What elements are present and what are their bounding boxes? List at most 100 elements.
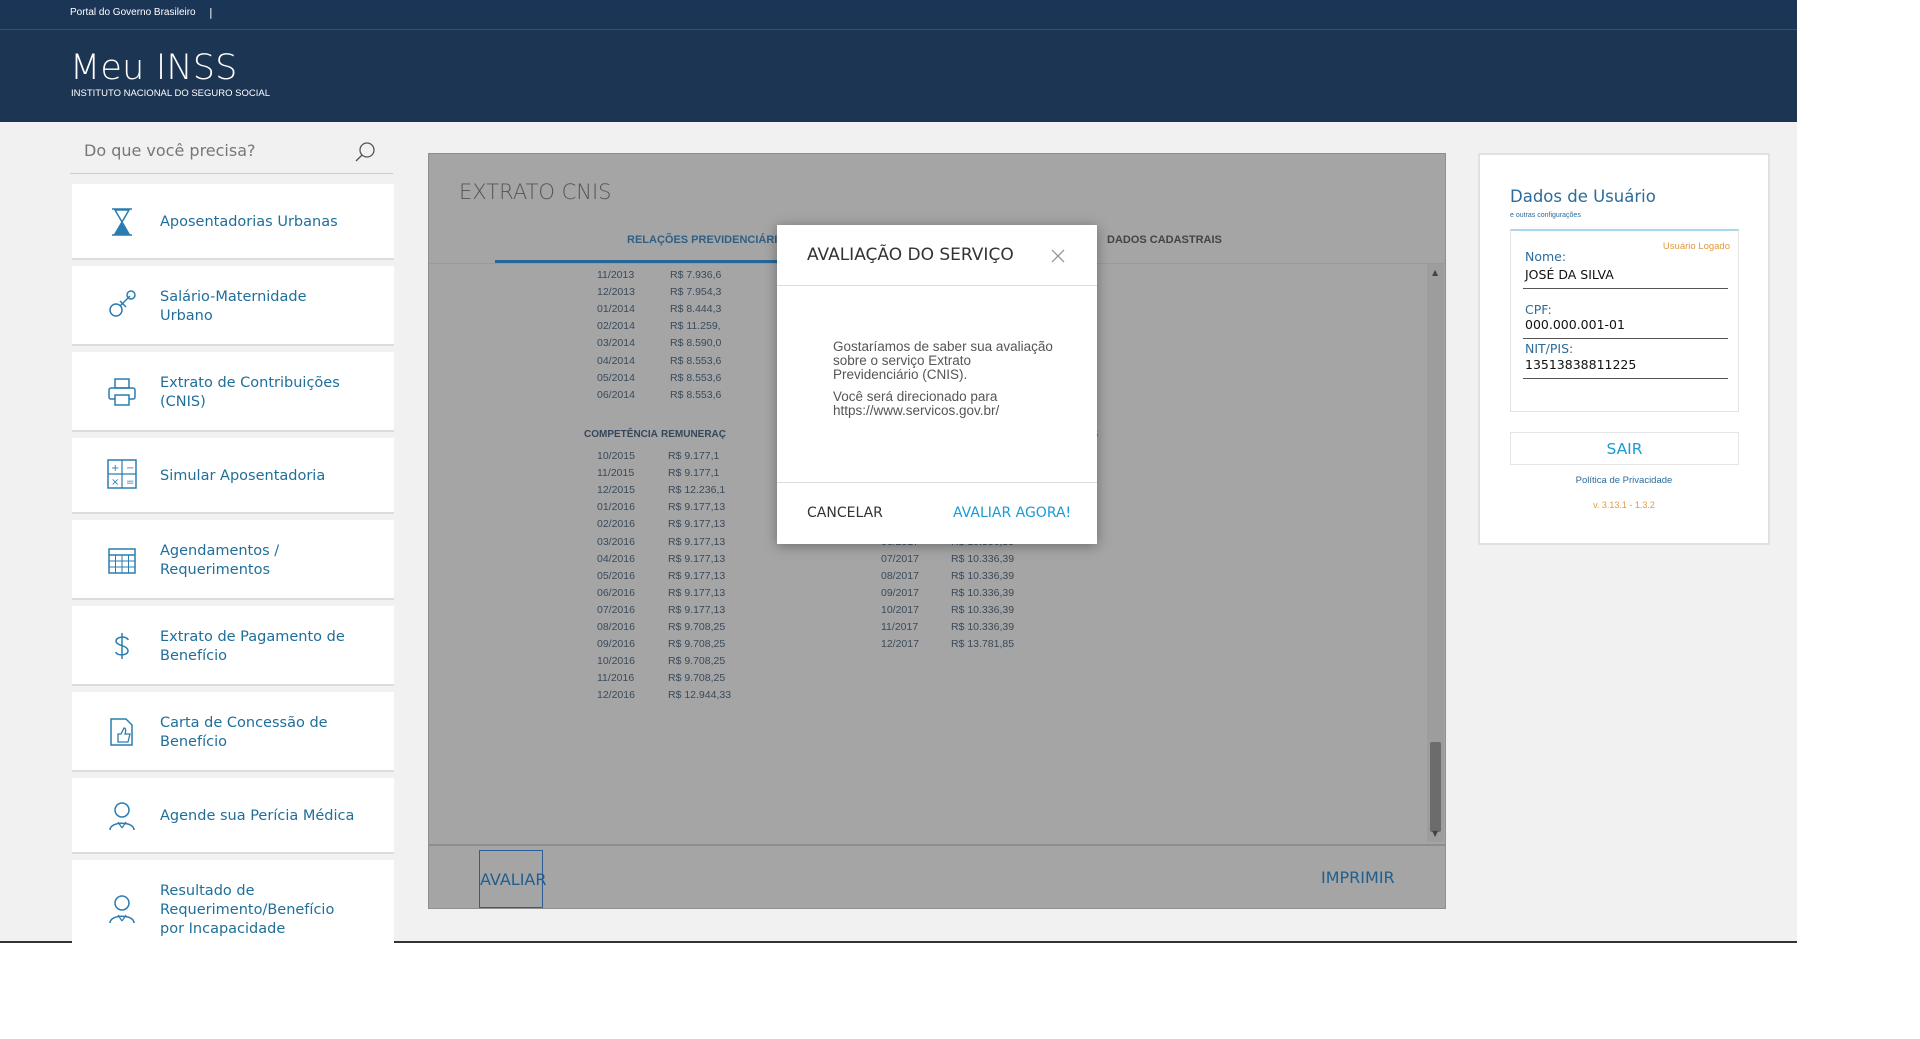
table-cell-remuneracao: R$ 11.259, [670,320,721,333]
baby-pacifier-icon [106,288,138,320]
svg-text:=: = [126,477,134,488]
sidebar-item-label: Simular Aposentadoria [160,468,326,484]
sidebar-item-label: Carta de Concessão de Benefício [160,715,328,750]
modal-message: Gostaríamos de saber sua avaliação sobre… [833,340,1053,426]
nit-field: 13513838811225 [1523,357,1728,379]
table-cell-competencia: 01/2014 [597,303,635,316]
privacy-policy-link[interactable]: Política de Privacidade [1480,475,1768,486]
sidebar-item-label: Aposentadorias Urbanas [160,214,338,230]
site-subtitle: INSTITUTO NACIONAL DO SEGURO SOCIAL [71,88,271,99]
table-cell-competencia: 03/2014 [597,337,635,350]
version-text: v. 3.13.1 - 1.3.2 [1593,500,1655,510]
modal-message-text: Gostaríamos de saber sua avaliação sobre… [833,339,1053,382]
name-field: JOSÉ DA SILVA [1523,267,1728,289]
table-cell-remuneracao: R$ 8.590,0 [670,337,722,350]
sidebar-item-pericia-medica[interactable]: Agende sua Perícia Médica [72,778,394,854]
table-cell-competencia: 11/2015 [597,467,635,480]
table-cell-competencia: 07/2016 [597,603,635,616]
sidebar-item-salario-maternidade[interactable]: Salário-Maternidade Urbano [72,266,394,346]
table-cell-competencia: 06/2014 [597,388,635,401]
table-cell-remuneracao: R$ 10.336,39 [951,603,1015,616]
table-cell-competencia: 11/2017 [881,621,919,633]
nit-label: NIT/PIS: [1525,341,1574,356]
table-cell-remuneracao: R$ 9.177,13 [668,586,726,599]
sidebar-item-aposentadorias-urbanas[interactable]: Aposentadorias Urbanas [72,184,394,260]
dollar-icon [106,630,138,662]
sidebar-item-resultado-requerimento[interactable]: Resultado de Requerimento/Benefício por … [72,860,394,946]
table-cell-remuneracao: R$ 9.708,25 [668,672,726,685]
table-cell-remuneracao: R$ 10.336,39 [951,552,1015,565]
table-cell-competencia: 10/2015 [597,450,635,462]
avaliar-button[interactable]: AVALIAR [479,850,546,908]
table-cell-remuneracao: R$ 9.177,13 [668,552,726,565]
site-title[interactable]: Meu INSS [70,48,238,88]
avaliar-agora-button[interactable]: AVALIAR AGORA! [953,505,1071,521]
table-cell-remuneracao: R$ 9.177,13 [668,501,726,514]
tab-dados-cadastrais[interactable]: DADOS CADASTRAIS [1107,234,1222,246]
table-cell-competencia: 10/2017 [881,603,919,616]
cancel-button[interactable]: CANCELAR [807,505,883,521]
search-input[interactable] [70,130,350,170]
sidebar-item-simular-aposentadoria[interactable]: + − × = Simular Aposentadoria [72,438,394,514]
user-info-box: Usuário Logado Nome: JOSÉ DA SILVA CPF: … [1510,229,1739,412]
table-cell-remuneracao: R$ 9.177,1 [668,467,720,480]
sidebar-item-carta-concessao[interactable]: Carta de Concessão de Benefício [72,692,394,772]
page-title: EXTRATO CNIS [459,180,612,204]
table-cell-competencia: 01/2016 [597,501,635,514]
svg-text:+: + [111,463,119,474]
table-cell-competencia: 08/2016 [597,621,635,633]
cpf-field: 000.000.001-01 [1523,317,1728,339]
tab-relacoes-previdenciarias[interactable]: RELAÇÕES PREVIDENCIÁRI [627,234,777,246]
table-cell-remuneracao: R$ 8.444,3 [670,303,722,316]
gov-separator: | [209,6,213,19]
table-cell-competencia: 03/2016 [597,535,635,548]
user-data-card: Dados de Usuário e outras configurações … [1478,153,1770,545]
table-cell-competencia: 12/2013 [597,286,635,299]
scroll-up-icon[interactable]: ▲ [1432,268,1438,277]
logout-button[interactable]: SAIR [1510,432,1739,465]
sidebar-item-label: Resultado de Requerimento/Benefício por … [160,883,335,937]
calculator-icon: + − × = [106,458,138,490]
table-cell-remuneracao: R$ 9.177,13 [668,569,726,582]
gov-portal-link[interactable]: Portal do Governo Brasileiro [70,7,196,18]
sidebar-item-extrato-pagamento[interactable]: Extrato de Pagamento de Benefício [72,606,394,686]
sidebar-item-extrato-contribuicoes[interactable]: Extrato de Contribuições (CNIS) [72,352,394,432]
table-cell-competencia: 12/2016 [597,689,635,702]
table-cell-remuneracao: R$ 8.553,6 [670,388,722,401]
table-cell-remuneracao: R$ 9.708,25 [668,621,726,633]
table-cell-competencia: 12/2015 [597,484,635,497]
close-icon[interactable] [1047,245,1069,267]
table-cell-remuneracao: R$ 12.944,33 [668,689,732,702]
sidebar-item-label: Agende sua Perícia Médica [160,808,355,824]
table-cell-competencia: 05/2016 [597,569,635,582]
table-cell-remuneracao: R$ 9.177,13 [668,518,726,531]
sidebar-item-label: Salário-Maternidade Urbano [160,289,307,324]
cpf-label: CPF: [1525,302,1552,317]
search-bar [70,130,393,174]
table-cell-remuneracao: R$ 7.954,3 [670,286,722,299]
table-cell-competencia: 08/2017 [881,569,919,582]
table-cell-competencia: 09/2017 [881,586,919,599]
panel-footer-divider [429,844,1445,846]
table-cell-competencia: 09/2016 [597,638,635,651]
table-cell-competencia: 11/2016 [597,672,635,685]
site-header: Meu INSS INSTITUTO NACIONAL DO SEGURO SO… [0,30,1797,122]
table-cell-competencia: 04/2016 [597,552,635,565]
search-icon[interactable] [353,140,377,164]
scrollbar-thumb[interactable] [1430,742,1441,832]
doctor-icon [106,800,138,832]
imprimir-button[interactable]: IMPRIMIR [1321,868,1395,887]
svg-text:−: − [126,463,134,474]
name-label: Nome: [1525,249,1567,264]
table-cell-remuneracao: R$ 9.177,1 [668,450,720,462]
table-cell-remuneracao: R$ 10.336,39 [951,569,1015,582]
doctor-icon [106,893,138,925]
sidebar-item-agendamentos[interactable]: Agendamentos / Requerimentos [72,520,394,600]
table-cell-competencia: 11/2013 [597,269,635,281]
table-cell-remuneracao: R$ 9.708,25 [668,638,726,651]
table-cell-remuneracao: R$ 12.236,1 [668,484,726,497]
scrollbar[interactable]: ▲ ▼ [1427,264,1444,842]
user-card-title: Dados de Usuário [1510,187,1656,206]
table-cell-competencia: 07/2017 [881,552,919,565]
scroll-down-icon[interactable]: ▼ [1432,829,1438,838]
